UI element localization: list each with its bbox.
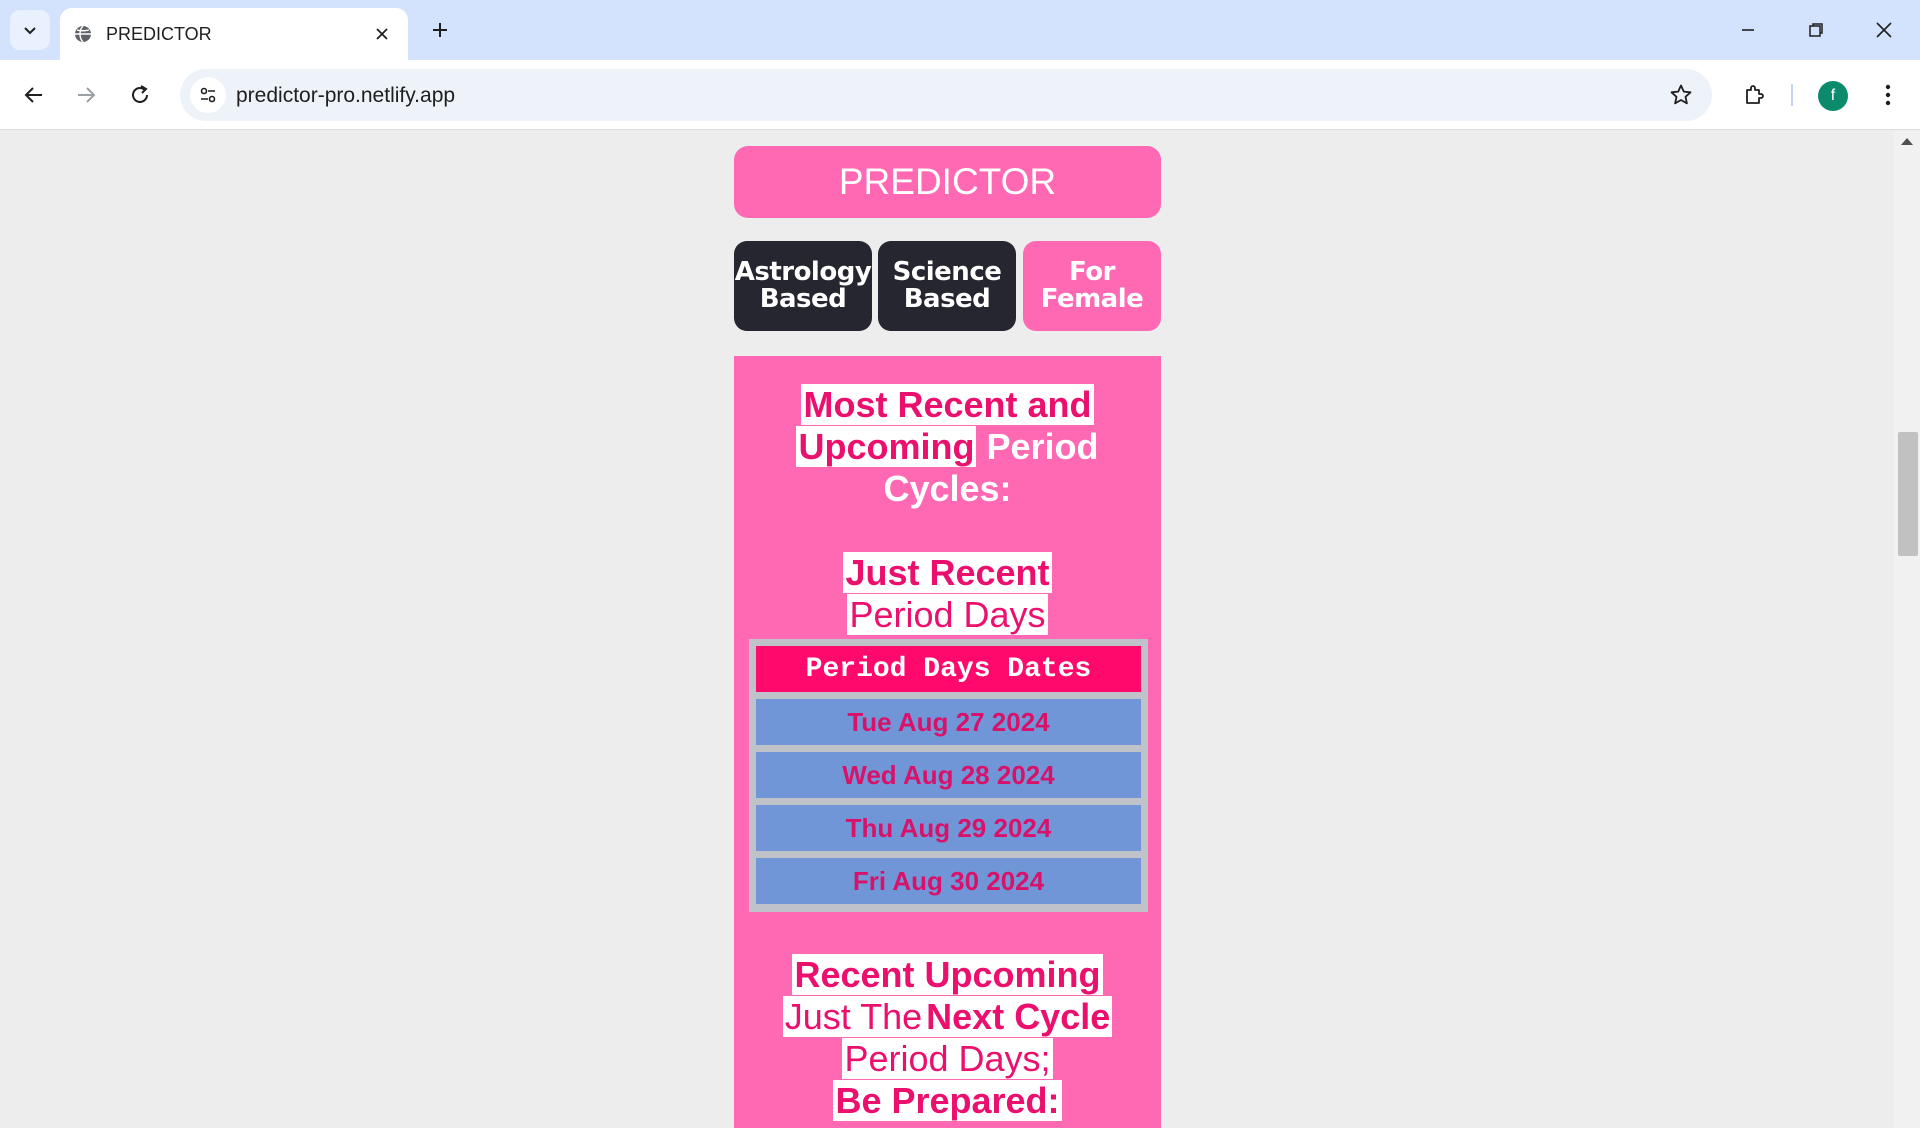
upcoming-period-days: Period Days; bbox=[842, 1038, 1053, 1079]
url-text: predictor-pro.netlify.app bbox=[236, 84, 456, 107]
upcoming-bold-label: Recent Upcoming bbox=[792, 954, 1103, 995]
table-header: Period Days Dates bbox=[756, 646, 1141, 692]
astrology-label-line1: Astrology bbox=[734, 257, 872, 287]
chevron-down-icon bbox=[24, 27, 36, 35]
upcoming-heading: Recent Upcoming Just The Next Cycle Perio… bbox=[734, 954, 1161, 1122]
period-dates-table: Period Days Dates Tue Aug 27 2024 Wed Au… bbox=[749, 639, 1148, 912]
science-based-button[interactable]: Science Based bbox=[878, 241, 1016, 331]
site-info-icon[interactable] bbox=[190, 77, 226, 113]
minimize-icon[interactable] bbox=[1726, 12, 1770, 48]
astrology-label-line2: Based bbox=[759, 284, 847, 314]
for-female-button[interactable]: For Female bbox=[1023, 241, 1161, 331]
app-title: PREDICTOR bbox=[734, 146, 1161, 218]
table-row: Wed Aug 28 2024 bbox=[756, 752, 1141, 798]
toolbar-divider bbox=[1791, 84, 1793, 106]
browser-tab[interactable]: PREDICTOR bbox=[60, 8, 408, 60]
page-content: PREDICTOR Astrology Based Science Based Fo… bbox=[0, 131, 1894, 1128]
reload-icon[interactable] bbox=[120, 75, 160, 115]
scroll-up-arrow-icon[interactable] bbox=[1901, 138, 1913, 145]
table-row: Thu Aug 29 2024 bbox=[756, 805, 1141, 851]
back-arrow-icon[interactable] bbox=[14, 75, 54, 115]
table-row: Tue Aug 27 2024 bbox=[756, 699, 1141, 745]
upcoming-just-the: Just The bbox=[782, 996, 925, 1037]
tab-search-button[interactable] bbox=[10, 10, 50, 50]
address-bar[interactable]: predictor-pro.netlify.app bbox=[180, 69, 1712, 121]
bookmark-star-icon[interactable] bbox=[1668, 82, 1694, 108]
extensions-puzzle-icon[interactable] bbox=[1736, 77, 1772, 113]
recent-plain-label: Period Days bbox=[847, 594, 1048, 635]
browser-toolbar: predictor-pro.netlify.app f bbox=[0, 60, 1920, 130]
science-label-line1: Science bbox=[892, 257, 1002, 287]
restore-icon[interactable] bbox=[1794, 12, 1838, 48]
tab-title: PREDICTOR bbox=[106, 23, 212, 44]
profile-avatar[interactable]: f bbox=[1818, 81, 1848, 111]
tab-strip: PREDICTOR bbox=[0, 0, 1920, 60]
close-window-icon[interactable] bbox=[1862, 12, 1906, 48]
female-label-line1: For bbox=[1069, 257, 1115, 287]
upcoming-next-cycle: Next Cycle bbox=[924, 996, 1113, 1037]
science-label-line2: Based bbox=[903, 284, 991, 314]
vertical-scrollbar[interactable] bbox=[1894, 130, 1920, 1128]
heading-rest-3: Cycles: bbox=[883, 468, 1012, 509]
heading-highlight-2: Upcoming bbox=[796, 426, 977, 467]
female-label-line2: Female bbox=[1040, 284, 1144, 314]
forward-arrow-icon[interactable] bbox=[66, 75, 106, 115]
more-menu-icon[interactable] bbox=[1870, 77, 1906, 113]
recent-heading: Just Recent Period Days bbox=[734, 552, 1161, 636]
recent-bold-label: Just Recent bbox=[843, 552, 1052, 593]
new-tab-icon[interactable] bbox=[424, 14, 456, 46]
cycles-heading: Most Recent and Upcoming Period Cycles: bbox=[734, 384, 1161, 510]
heading-rest-2: Period bbox=[986, 426, 1099, 467]
globe-icon bbox=[72, 23, 94, 45]
scroll-thumb[interactable] bbox=[1898, 432, 1918, 556]
close-tab-icon[interactable] bbox=[368, 20, 396, 48]
astrology-based-button[interactable]: Astrology Based bbox=[734, 241, 872, 331]
be-prepared-label: Be Prepared: bbox=[833, 1080, 1062, 1121]
table-row: Fri Aug 30 2024 bbox=[756, 858, 1141, 904]
heading-highlight-1: Most Recent and bbox=[801, 384, 1094, 425]
period-cycles-panel: Most Recent and Upcoming Period Cycles: … bbox=[734, 356, 1161, 1128]
